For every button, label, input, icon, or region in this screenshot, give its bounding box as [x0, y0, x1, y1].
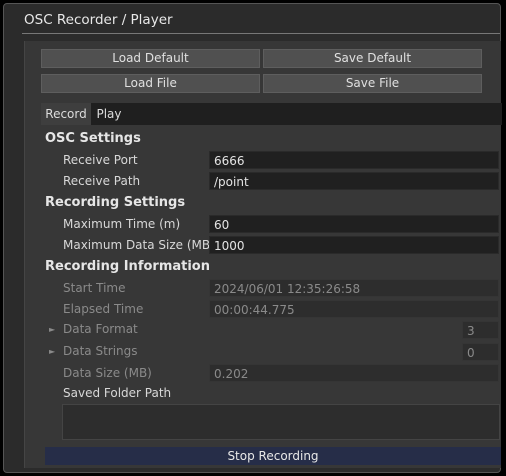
save-default-button[interactable]: Save Default: [263, 49, 482, 68]
start-time-field: 2024/06/01 12:35:26:58: [209, 279, 499, 297]
recording-info-heading: Recording Information: [45, 259, 210, 274]
elapsed-time-label: Elapsed Time: [63, 302, 144, 316]
tab-record[interactable]: Record: [41, 103, 91, 125]
max-size-label: Maximum Data Size (MB): [63, 238, 215, 252]
data-strings-count: 0: [462, 343, 499, 361]
receive-path-input[interactable]: /point: [209, 172, 499, 190]
saved-folder-label: Saved Folder Path: [63, 386, 172, 400]
recording-settings-heading: Recording Settings: [45, 195, 186, 210]
max-time-label: Maximum Time (m): [63, 217, 181, 231]
main-panel: Load Default Save Default Load File Save…: [24, 41, 502, 468]
receive-path-label: Receive Path: [63, 174, 141, 188]
load-file-button[interactable]: Load File: [41, 74, 260, 93]
triangle-right-icon[interactable]: ►: [49, 325, 55, 334]
title-divider: [22, 33, 500, 34]
max-size-input[interactable]: 1000: [209, 236, 499, 254]
receive-port-input[interactable]: 6666: [209, 151, 499, 169]
saved-folder-path-field[interactable]: [62, 404, 500, 440]
data-format-label[interactable]: Data Format: [63, 322, 138, 336]
start-time-label: Start Time: [63, 281, 126, 295]
data-format-count: 3: [462, 321, 499, 339]
stop-recording-button[interactable]: Stop Recording: [45, 447, 501, 465]
osc-settings-heading: OSC Settings: [45, 131, 141, 146]
max-time-input[interactable]: 60: [209, 215, 499, 233]
window-title: OSC Recorder / Player: [24, 12, 173, 28]
data-size-label: Data Size (MB): [63, 366, 152, 380]
data-size-field: 0.202: [209, 364, 499, 382]
elapsed-time-field: 00:00:44.775: [209, 300, 499, 318]
save-file-button[interactable]: Save File: [263, 74, 482, 93]
tab-play[interactable]: Play: [93, 103, 125, 125]
tab-bar: Record Play: [41, 103, 502, 125]
recorder-window: OSC Recorder / Player Load Default Save …: [3, 3, 502, 473]
triangle-right-icon[interactable]: ►: [49, 347, 55, 356]
load-default-button[interactable]: Load Default: [41, 49, 260, 68]
receive-port-label: Receive Port: [63, 153, 138, 167]
data-strings-label[interactable]: Data Strings: [63, 344, 138, 358]
